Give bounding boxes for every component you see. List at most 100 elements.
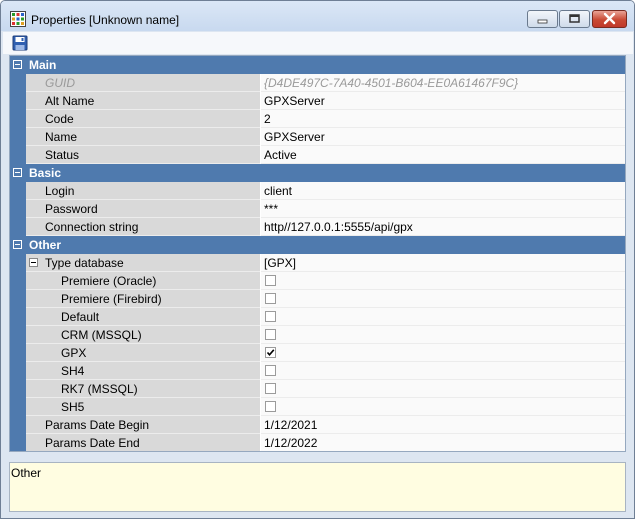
group-other[interactable]: Other [10, 236, 625, 254]
checkbox[interactable] [265, 383, 276, 394]
property-row-db-option[interactable]: GPX [10, 344, 625, 362]
property-value: 1/12/2021 [264, 418, 318, 432]
property-name-cell: Params Date Begin [26, 416, 260, 434]
close-button[interactable] [592, 10, 627, 28]
property-value-cell[interactable]: GPXServer [261, 128, 625, 146]
property-value-cell[interactable] [261, 380, 625, 398]
property-row-alt-name[interactable]: Alt Name GPXServer [10, 92, 625, 110]
property-name-cell: Premiere (Firebird) [26, 290, 260, 308]
property-name-cell: Status [26, 146, 260, 164]
row-gutter [10, 146, 26, 164]
row-gutter [10, 272, 26, 290]
collapse-icon[interactable] [13, 60, 22, 69]
property-row-guid[interactable]: GUID {D4DE497C-7A40-4501-B604-EE0A61467F… [10, 74, 625, 92]
property-value-cell[interactable]: 1/12/2022 [261, 434, 625, 451]
property-value-cell[interactable]: {D4DE497C-7A40-4501-B604-EE0A61467F9C} [261, 74, 625, 92]
property-row-db-option[interactable]: CRM (MSSQL) [10, 326, 625, 344]
property-value-cell[interactable]: Active [261, 146, 625, 164]
property-name-cell: Default [26, 308, 260, 326]
property-row-login[interactable]: Login client [10, 182, 625, 200]
property-name-cell: Password [26, 200, 260, 218]
property-name-cell: SH4 [26, 362, 260, 380]
property-name-cell: GPX [26, 344, 260, 362]
row-gutter [10, 362, 26, 380]
checkbox[interactable] [265, 347, 276, 358]
property-value-cell[interactable]: http//127.0.0.1:5555/api/gpx [261, 218, 625, 236]
property-name-cell: Params Date End [26, 434, 260, 451]
group-basic-label: Basic [29, 166, 62, 180]
row-gutter [10, 128, 26, 146]
property-name: GPX [61, 346, 87, 360]
property-name-cell: Premiere (Oracle) [26, 272, 260, 290]
minimize-button[interactable] [527, 10, 558, 28]
checkbox[interactable] [265, 365, 276, 376]
property-value-cell[interactable]: *** [261, 200, 625, 218]
property-value-cell[interactable] [261, 362, 625, 380]
property-name: RK7 (MSSQL) [61, 382, 138, 396]
save-icon[interactable] [12, 35, 28, 51]
property-row-params-date-end[interactable]: Params Date End 1/12/2022 [10, 434, 625, 451]
property-name: Default [61, 310, 100, 324]
group-basic[interactable]: Basic [10, 164, 625, 182]
property-value-cell[interactable] [261, 272, 625, 290]
property-row-db-option[interactable]: RK7 (MSSQL) [10, 380, 625, 398]
group-main[interactable]: Main [10, 56, 625, 74]
row-gutter [10, 344, 26, 362]
property-value: GPXServer [264, 94, 325, 108]
property-value-cell[interactable]: 1/12/2021 [261, 416, 625, 434]
property-row-db-option[interactable]: SH4 [10, 362, 625, 380]
properties-window: Properties [Unknown name] Main GUID {D4D… [0, 0, 635, 519]
property-value: *** [264, 202, 279, 216]
property-row-db-option[interactable]: Premiere (Oracle) [10, 272, 625, 290]
app-grid-icon [10, 11, 26, 27]
property-name-cell: RK7 (MSSQL) [26, 380, 260, 398]
group-main-label: Main [29, 58, 57, 72]
maximize-icon [569, 14, 580, 23]
property-name: Premiere (Firebird) [61, 292, 162, 306]
property-row-db-option[interactable]: SH5 [10, 398, 625, 416]
property-value-cell[interactable] [261, 326, 625, 344]
property-name: Params Date Begin [45, 418, 150, 432]
title-bar[interactable]: Properties [Unknown name] [1, 1, 634, 31]
checkbox[interactable] [265, 311, 276, 322]
property-row-type-database[interactable]: Type database [GPX] [10, 254, 625, 272]
property-value-cell[interactable] [261, 308, 625, 326]
property-name: SH5 [61, 400, 85, 414]
property-row-params-date-begin[interactable]: Params Date Begin 1/12/2021 [10, 416, 625, 434]
property-row-name[interactable]: Name GPXServer [10, 128, 625, 146]
maximize-button[interactable] [559, 10, 590, 28]
property-value-cell[interactable]: GPXServer [261, 92, 625, 110]
property-value-cell[interactable] [261, 398, 625, 416]
checkbox[interactable] [265, 275, 276, 286]
checkbox[interactable] [265, 329, 276, 340]
collapse-icon[interactable] [29, 258, 38, 267]
collapse-icon[interactable] [13, 168, 22, 177]
property-value-cell[interactable] [261, 344, 625, 362]
row-gutter [10, 290, 26, 308]
row-gutter [10, 200, 26, 218]
row-gutter [10, 434, 26, 451]
property-name: SH4 [61, 364, 85, 378]
row-gutter [10, 380, 26, 398]
checkbox[interactable] [265, 401, 276, 412]
property-row-code[interactable]: Code 2 [10, 110, 625, 128]
property-row-password[interactable]: Password *** [10, 200, 625, 218]
property-value-cell[interactable] [261, 290, 625, 308]
row-gutter [10, 92, 26, 110]
property-value-cell[interactable]: [GPX] [261, 254, 625, 272]
property-value: client [264, 184, 293, 198]
property-value-cell[interactable]: client [261, 182, 625, 200]
property-row-connection-string[interactable]: Connection string http//127.0.0.1:5555/a… [10, 218, 625, 236]
row-gutter [10, 218, 26, 236]
property-grid[interactable]: Main GUID {D4DE497C-7A40-4501-B604-EE0A6… [9, 55, 626, 452]
property-row-status[interactable]: Status Active [10, 146, 625, 164]
property-row-db-option[interactable]: Premiere (Firebird) [10, 290, 625, 308]
property-row-db-option[interactable]: Default [10, 308, 625, 326]
window-title: Properties [Unknown name] [31, 13, 180, 27]
property-value: Active [264, 148, 297, 162]
row-gutter [10, 182, 26, 200]
checkbox[interactable] [265, 293, 276, 304]
property-value-cell[interactable]: 2 [261, 110, 625, 128]
collapse-icon[interactable] [13, 240, 22, 249]
toolbar [3, 32, 633, 54]
